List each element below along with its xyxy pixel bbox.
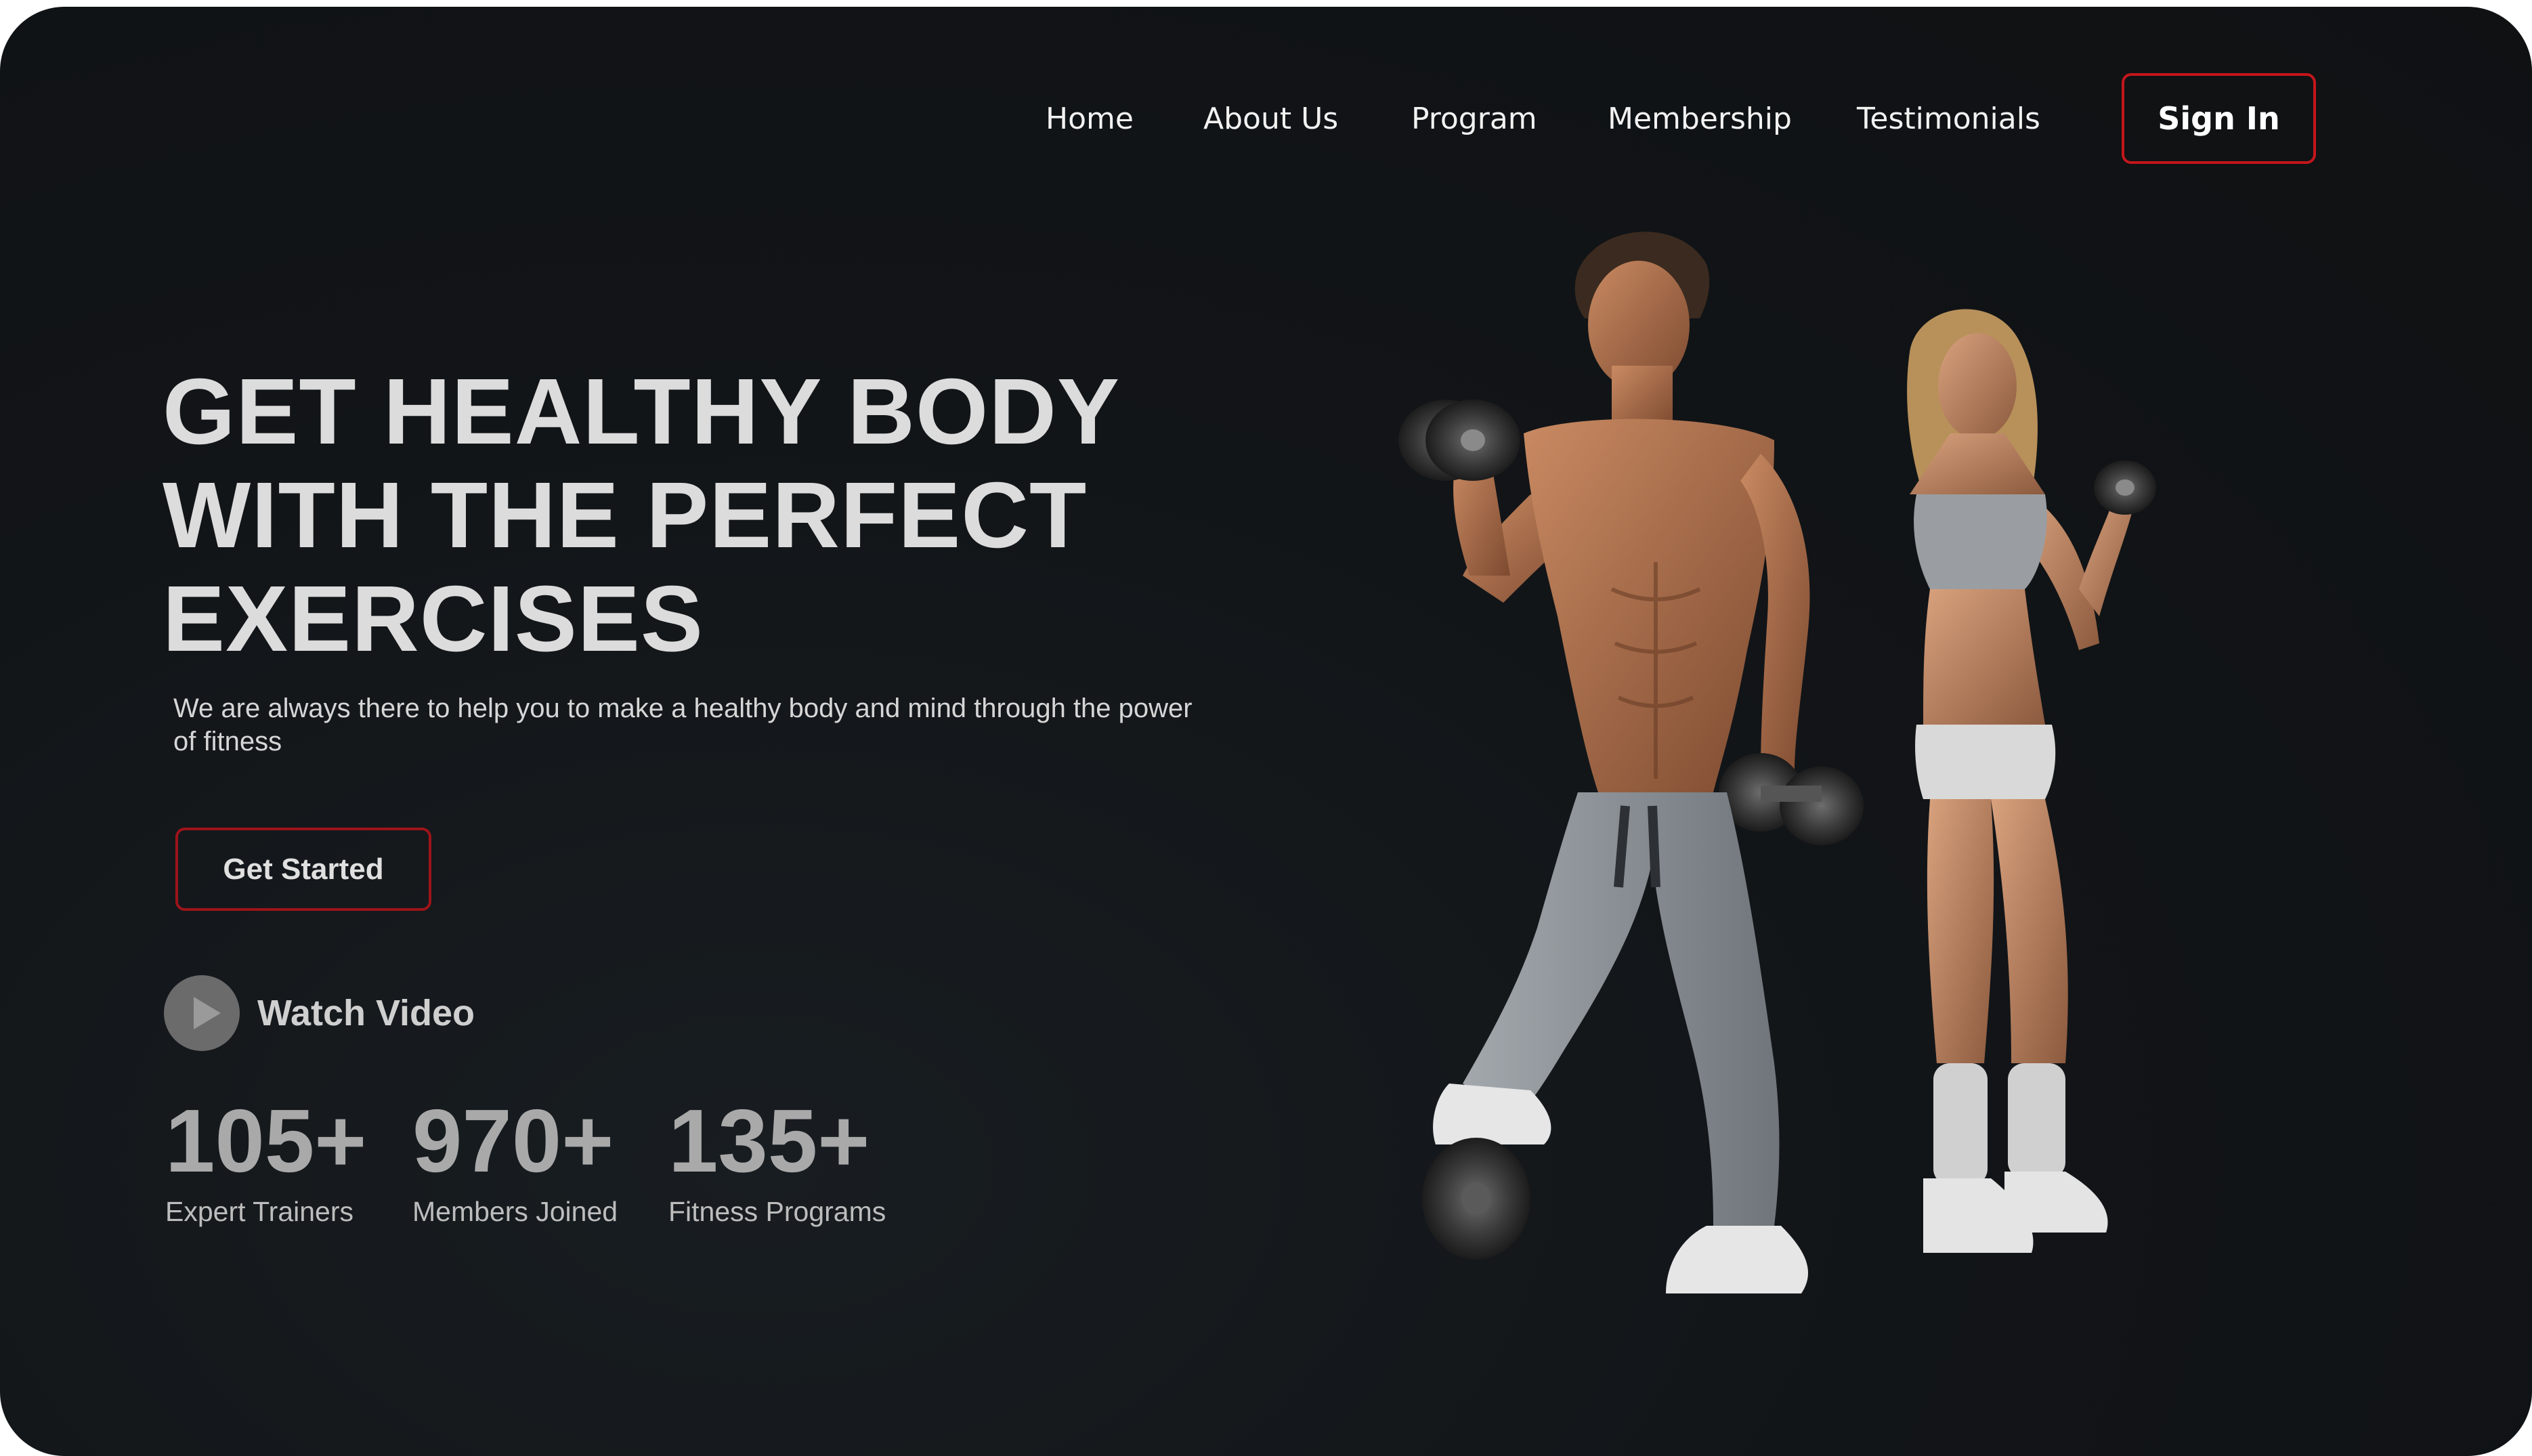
hero-subtext-line: of fitness	[173, 727, 282, 756]
stat-label: Expert Trainers	[165, 1196, 353, 1227]
stat-number: 135+	[668, 1091, 870, 1191]
watch-video-button[interactable]: Watch Video	[164, 975, 475, 1051]
stat-number: 105+	[165, 1091, 367, 1191]
nav-link-membership[interactable]: Membership	[1608, 102, 1792, 136]
man-figure	[1398, 232, 1864, 1293]
stat-label: Fitness Programs	[668, 1196, 886, 1227]
nav-link-program[interactable]: Program	[1411, 102, 1537, 136]
hero-headline-line: WITH THE PERFECT	[163, 463, 1088, 568]
hero-subtext: We are always there to help you to make …	[173, 692, 1270, 758]
stat-members-joined: 970+ Members Joined	[412, 1090, 618, 1228]
nav-link-about-us[interactable]: About Us	[1203, 102, 1338, 136]
woman-figure	[1907, 309, 2156, 1253]
hero-headline-line: GET HEALTHY BODY	[163, 360, 1120, 464]
hero-subtext-line: We are always there to help you to make …	[173, 693, 1193, 723]
nav-link-home[interactable]: Home	[1046, 102, 1134, 136]
stat-expert-trainers: 105+ Expert Trainers	[165, 1090, 366, 1228]
nav-link-testimonials[interactable]: Testimonials	[1857, 102, 2040, 136]
stat-fitness-programs: 135+ Fitness Programs	[668, 1090, 886, 1228]
hero-headline: GET HEALTHY BODY WITH THE PERFECT EXERCI…	[163, 360, 1246, 671]
stat-label: Members Joined	[412, 1196, 618, 1227]
hero-athletes-image	[1398, 232, 2156, 1293]
sign-in-button[interactable]: Sign In	[2122, 73, 2316, 164]
watch-video-label: Watch Video	[257, 993, 475, 1033]
stat-number: 970+	[412, 1091, 614, 1191]
get-started-button[interactable]: Get Started	[175, 828, 431, 911]
hero-headline-line: EXERCISES	[163, 567, 704, 671]
top-navigation: Home About Us Program Membership Testimo…	[0, 7, 2532, 244]
play-icon[interactable]	[164, 975, 240, 1051]
landing-page: Home About Us Program Membership Testimo…	[0, 7, 2532, 1456]
